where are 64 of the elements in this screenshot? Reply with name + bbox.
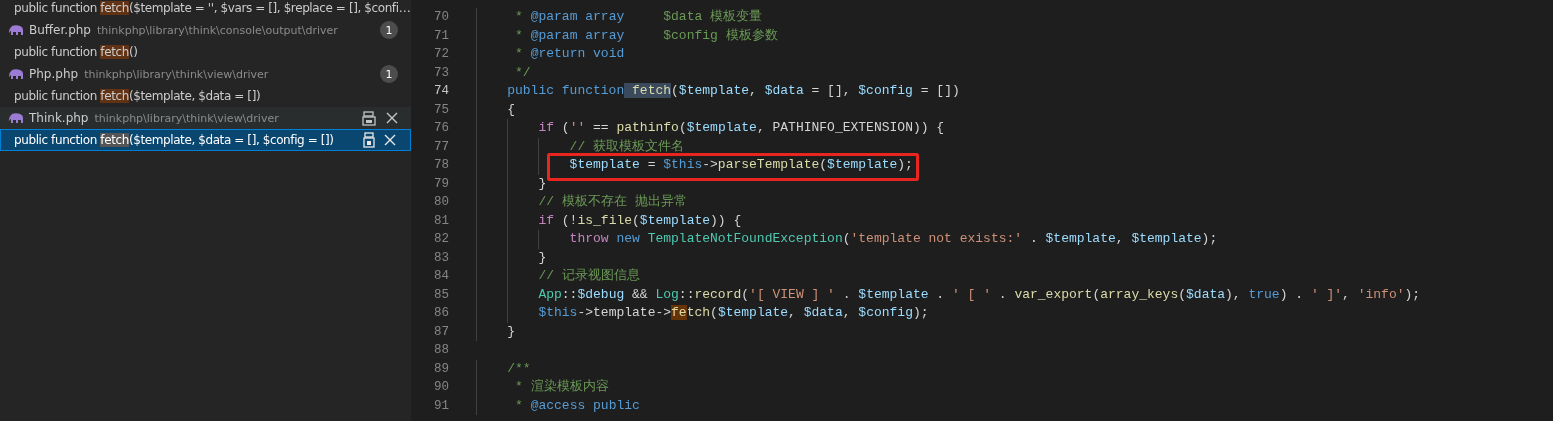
line-number: 81 — [433, 212, 449, 230]
code-line: } — [476, 322, 515, 341]
file-path: thinkphp\library\think\view\driver — [94, 111, 279, 125]
code-line: * @access public — [476, 396, 640, 415]
line-number: 82 — [433, 231, 449, 248]
code-line: } — [476, 174, 547, 193]
line-number: 71 — [433, 27, 449, 45]
line-number: 89 — [433, 360, 449, 378]
code-line: public function fetch($template, $data = [], $config = []) — [476, 82, 960, 101]
elephant-icon — [9, 68, 24, 80]
file-name: Buffer.php — [29, 23, 91, 37]
search-result[interactable]: public function fetch($template, $data = []) — [0, 85, 411, 107]
file-result[interactable]: Buffer.php thinkphp\library\think\console\output\driver 1 — [0, 19, 411, 41]
file-result[interactable]: Php.php thinkphp\library\think\view\driver 1 — [0, 63, 411, 85]
search-result[interactable]: public function fetch($template, $data = [], $config = []) — [0, 129, 411, 151]
line-number: 72 — [433, 46, 449, 63]
line-number: 84 — [433, 268, 449, 285]
code-line: // 模板不存在 抛出异常 — [476, 193, 687, 212]
line-number: 83 — [433, 249, 449, 267]
code-line: * @param array $data 模板变量 — [476, 8, 763, 27]
line-number: 90 — [433, 379, 449, 396]
line-number: 70 — [433, 9, 449, 26]
code-line: // 记录视图信息 — [476, 267, 640, 286]
line-number: 86 — [433, 305, 449, 322]
file-path: thinkphp\library\think\view\driver — [84, 67, 269, 81]
count-badge: 1 — [380, 21, 398, 39]
search-result[interactable]: public function fetch($template = '', $vars = [], $replace = [], $confi… — [0, 0, 411, 19]
line-number: 79 — [433, 175, 449, 193]
line-number: 88 — [433, 342, 449, 359]
code-line: if ('' == pathinfo($template, PATHINFO_EXTENSION)) { — [476, 119, 945, 138]
close-icon[interactable] — [386, 112, 398, 124]
line-number: 76 — [433, 120, 449, 137]
file-name: Php.php — [29, 67, 79, 81]
code-line: if (!is_file($template)) { — [476, 211, 742, 230]
code-line: $this->template->fetch($template, $data, $config); — [476, 304, 929, 323]
line-number: 77 — [433, 138, 449, 156]
file-name: Think.php — [29, 111, 89, 125]
code-line: { — [476, 100, 515, 119]
count-badge: 1 — [380, 65, 398, 83]
replace-icon[interactable] — [362, 110, 378, 126]
code-line: * 渲染模板内容 — [476, 378, 609, 397]
code-line: } — [476, 248, 547, 267]
line-number: 75 — [433, 101, 449, 119]
elephant-icon — [9, 24, 24, 36]
code-line: throw new TemplateNotFoundException('template not exists:' . $template, $template); — [476, 230, 1218, 249]
line-number: 73 — [433, 64, 449, 82]
code-line: App::$debug && Log::record('[ VIEW ] ' . $template . ' [ ' . var_export(array_keys($data), true) . ' ]', 'info'); — [476, 285, 1421, 304]
line-number: 74 — [433, 83, 449, 100]
code-line: // 获取模板文件名 — [476, 137, 684, 156]
code-line: * @return void — [476, 45, 625, 64]
replace-icon[interactable] — [362, 132, 376, 148]
file-result[interactable]: Think.php thinkphp\library\think\view\driver — [0, 107, 411, 129]
line-number: 78 — [433, 157, 449, 174]
elephant-icon — [9, 112, 24, 124]
line-number: 91 — [433, 397, 449, 415]
code-line: * @param array $config 模板参数 — [476, 26, 778, 45]
search-result[interactable]: public function fetch() — [0, 41, 411, 63]
line-number: 87 — [433, 323, 449, 341]
file-path: thinkphp\library\think\console\output\driver — [97, 23, 338, 37]
code-line: /** — [476, 359, 531, 378]
line-number: 85 — [433, 286, 449, 304]
code-line: */ — [476, 63, 531, 82]
line-number: 80 — [433, 194, 449, 211]
code-line: $template = $this->parseTemplate($template); — [476, 156, 913, 175]
